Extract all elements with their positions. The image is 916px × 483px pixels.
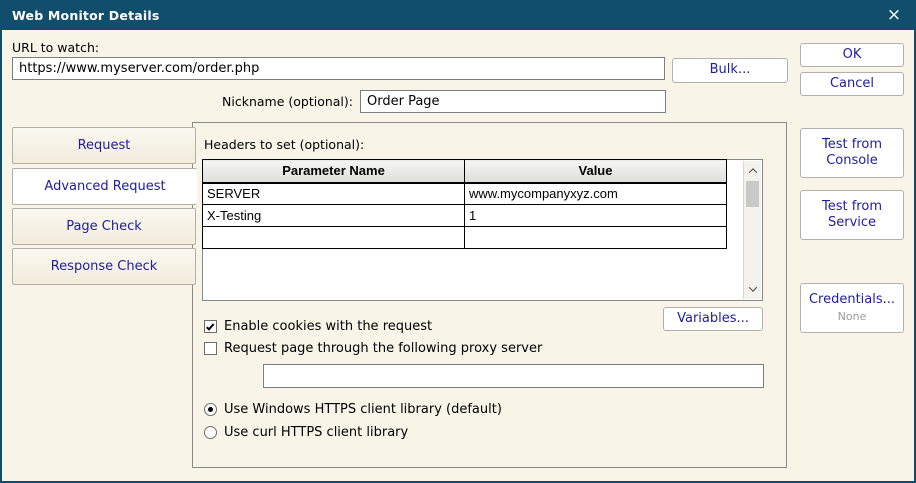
enable-cookies-checkbox[interactable] <box>204 320 217 333</box>
table-header-row: Parameter Name Value <box>203 160 727 183</box>
web-monitor-details-dialog: Web Monitor Details × URL to watch: Bulk… <box>0 0 916 483</box>
windows-https-radio[interactable] <box>204 403 217 416</box>
tab-advanced-request[interactable]: Advanced Request <box>12 168 197 205</box>
proxy-label: Request page through the following proxy… <box>224 341 542 356</box>
test-from-service-button[interactable]: Test from Service <box>800 190 904 240</box>
curl-https-radio[interactable] <box>204 426 217 439</box>
credentials-label: Credentials... <box>809 292 895 308</box>
credentials-button[interactable]: Credentials... None <box>800 283 904 333</box>
table-row[interactable] <box>203 227 727 249</box>
windows-https-label: Use Windows HTTPS client library (defaul… <box>224 402 502 417</box>
radio-dot-icon <box>208 407 213 412</box>
scroll-up-icon[interactable] <box>744 163 761 179</box>
enable-cookies-label: Enable cookies with the request <box>224 319 432 334</box>
cell-parameter-name[interactable] <box>203 227 465 249</box>
bulk-button[interactable]: Bulk... <box>672 58 788 83</box>
cell-parameter-name[interactable]: SERVER <box>203 183 465 205</box>
vertical-scrollbar[interactable] <box>743 161 761 299</box>
url-input[interactable] <box>12 57 665 80</box>
curl-https-label: Use curl HTTPS client library <box>224 425 408 440</box>
url-label: URL to watch: <box>12 40 99 55</box>
proxy-server-input[interactable] <box>263 364 764 388</box>
scroll-down-icon[interactable] <box>744 281 761 297</box>
scrollbar-thumb[interactable] <box>746 181 759 207</box>
windows-https-option[interactable]: Use Windows HTTPS client library (defaul… <box>204 402 502 417</box>
nickname-input[interactable] <box>360 90 666 113</box>
column-header-value[interactable]: Value <box>465 160 727 183</box>
proxy-option[interactable]: Request page through the following proxy… <box>204 341 542 356</box>
table-row[interactable]: X-Testing 1 <box>203 205 727 227</box>
headers-table: Parameter Name Value SERVER www.mycompan… <box>202 159 727 249</box>
cell-value[interactable]: 1 <box>465 205 727 227</box>
checkmark-icon <box>206 322 214 331</box>
headers-listbox: Parameter Name Value SERVER www.mycompan… <box>202 159 763 301</box>
proxy-checkbox[interactable] <box>204 342 217 355</box>
cell-value[interactable] <box>465 227 727 249</box>
credentials-status: None <box>838 310 867 324</box>
variables-button[interactable]: Variables... <box>663 307 763 331</box>
curl-https-option[interactable]: Use curl HTTPS client library <box>204 425 408 440</box>
nickname-label: Nickname (optional): <box>153 94 353 109</box>
ok-button[interactable]: OK <box>800 43 904 67</box>
cell-value[interactable]: www.mycompanyxyz.com <box>465 183 727 205</box>
tab-page-check[interactable]: Page Check <box>12 208 196 245</box>
dialog-body: URL to watch: Bulk... Nickname (optional… <box>2 30 914 481</box>
title-bar: Web Monitor Details × <box>0 0 916 30</box>
tab-request[interactable]: Request <box>12 127 196 164</box>
table-row[interactable]: SERVER www.mycompanyxyz.com <box>203 183 727 205</box>
close-icon[interactable]: × <box>880 0 908 30</box>
headers-label: Headers to set (optional): <box>204 137 364 152</box>
cancel-button[interactable]: Cancel <box>800 72 904 96</box>
enable-cookies-option[interactable]: Enable cookies with the request <box>204 319 432 334</box>
tab-response-check[interactable]: Response Check <box>12 248 196 285</box>
column-header-parameter-name[interactable]: Parameter Name <box>203 160 465 183</box>
test-from-console-button[interactable]: Test from Console <box>800 128 904 178</box>
dialog-title: Web Monitor Details <box>12 8 159 23</box>
cell-parameter-name[interactable]: X-Testing <box>203 205 465 227</box>
